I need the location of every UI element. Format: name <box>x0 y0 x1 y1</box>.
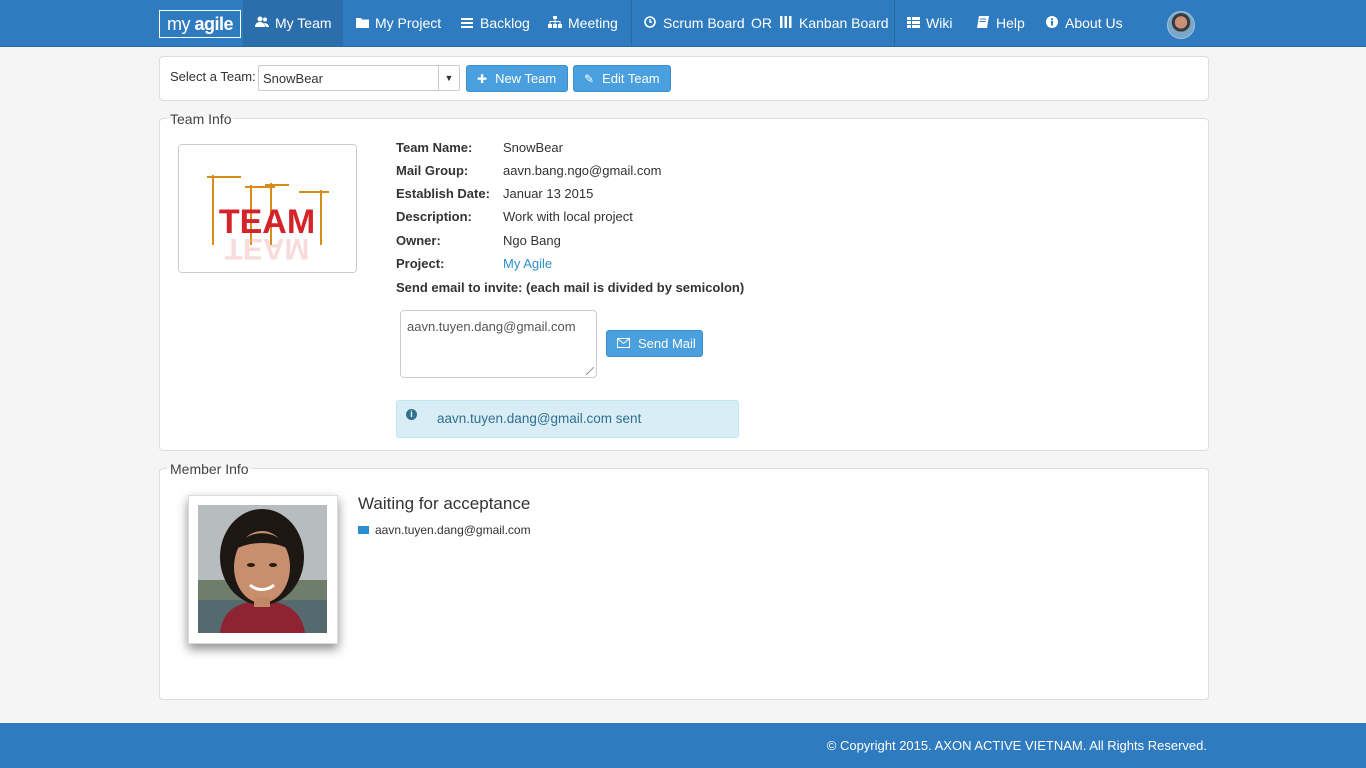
footer: © Copyright 2015. AXON ACTIVE VIETNAM. A… <box>0 723 1366 768</box>
nav-label: Help <box>996 15 1025 31</box>
team-selector-panel: Select a Team: SnowBear ▼ ✚ New Team ✎ Edi… <box>159 56 1209 101</box>
envelope-icon <box>617 332 630 357</box>
team-select[interactable]: SnowBear ▼ <box>258 65 460 91</box>
app-logo[interactable]: my agile <box>159 10 241 38</box>
edit-team-label: Edit Team <box>602 71 660 86</box>
team-select-value: SnowBear <box>263 71 323 86</box>
invite-email-value: aavn.tuyen.dang@gmail.com <box>407 319 576 334</box>
clock-icon <box>643 1 657 47</box>
book-icon <box>976 1 990 47</box>
alert-message: aavn.tuyen.dang@gmail.com sent <box>437 411 642 426</box>
folder-icon <box>355 1 369 47</box>
team-info-legend: Team Info <box>167 110 235 128</box>
team-name-key: Team Name: <box>396 140 473 155</box>
member-info-panel: Member Info Waiting for acceptance aavn.… <box>159 460 1209 700</box>
nav-scrum-board[interactable]: Scrum Board <box>643 0 745 46</box>
nav-or-text: OR <box>751 15 772 31</box>
nav-wiki[interactable]: Wiki <box>906 0 952 46</box>
member-photo-frame <box>188 495 338 644</box>
mail-sent-alert: i aavn.tuyen.dang@gmail.com sent <box>396 400 739 438</box>
owner-value: Ngo Bang <box>503 233 561 248</box>
send-mail-button[interactable]: Send Mail <box>606 330 703 357</box>
nav-divider <box>894 0 895 46</box>
logo-prefix: my <box>166 14 195 34</box>
nav-divider <box>631 0 632 46</box>
establish-date-key: Establish Date: <box>396 186 490 201</box>
mail-group-key: Mail Group: <box>396 163 469 178</box>
nav-label: About Us <box>1065 15 1123 31</box>
nav-about-us[interactable]: About Us <box>1045 0 1123 46</box>
logo-brand: agile <box>194 14 234 34</box>
member-info-legend: Member Info <box>167 460 252 478</box>
nav-label: Meeting <box>568 15 618 31</box>
edit-team-button[interactable]: ✎ Edit Team <box>573 65 671 92</box>
nav-label: My Project <box>375 15 442 31</box>
invite-email-textarea[interactable]: aavn.tuyen.dang@gmail.com <box>400 310 597 378</box>
establish-date-value: Januar 13 2015 <box>503 186 594 201</box>
nav-label: Wiki <box>926 15 953 31</box>
project-link[interactable]: My Agile <box>503 256 552 272</box>
team-name-value: SnowBear <box>503 140 563 155</box>
plus-icon: ✚ <box>477 72 488 86</box>
user-avatar[interactable] <box>1167 11 1195 39</box>
mail-group-value: aavn.bang.ngo@gmail.com <box>503 163 662 178</box>
nav-meeting[interactable]: Meeting <box>548 0 618 46</box>
info-circle-icon: i <box>406 409 417 420</box>
envelope-icon <box>358 526 369 534</box>
nav-label: Kanban Board <box>799 15 889 31</box>
new-team-button[interactable]: ✚ New Team <box>466 65 568 92</box>
member-email: aavn.tuyen.dang@gmail.com <box>358 523 531 537</box>
copyright-text: © Copyright 2015. AXON ACTIVE VIETNAM. A… <box>826 738 1207 753</box>
project-key: Project: <box>396 256 445 271</box>
send-mail-label: Send Mail <box>638 336 696 351</box>
description-key: Description: <box>396 209 472 224</box>
nav-my-project[interactable]: My Project <box>355 0 441 46</box>
member-photo <box>198 505 327 633</box>
team-info-panel: Team Info TEAM TEAM Team Name: SnowBear … <box>159 110 1209 451</box>
description-value: Work with local project <box>503 209 633 224</box>
list-icon <box>460 1 474 47</box>
sitemap-icon <box>548 1 562 47</box>
nav-my-team[interactable]: My Team <box>243 0 343 46</box>
table-icon <box>906 1 920 47</box>
caret-down-icon: ▼ <box>438 66 459 90</box>
team-image-reflection: TEAM <box>225 232 310 265</box>
team-image: TEAM TEAM <box>178 144 357 273</box>
nav-label: Backlog <box>480 15 530 31</box>
top-navbar: my agile My Team My Project Backlog Meet… <box>0 0 1366 47</box>
resize-grip-icon[interactable] <box>586 367 594 375</box>
nav-backlog[interactable]: Backlog <box>460 0 530 46</box>
info-icon <box>1045 1 1059 47</box>
new-team-label: New Team <box>495 71 557 86</box>
team-illustration: TEAM TEAM <box>179 145 356 272</box>
member-email-value: aavn.tuyen.dang@gmail.com <box>375 523 531 537</box>
member-status-title: Waiting for acceptance <box>358 494 531 513</box>
pencil-icon: ✎ <box>584 72 595 86</box>
owner-key: Owner: <box>396 233 441 248</box>
users-icon <box>255 1 269 47</box>
nav-kanban-board[interactable]: Kanban Board <box>779 0 889 46</box>
nav-help[interactable]: Help <box>976 0 1025 46</box>
select-team-label: Select a Team: <box>170 69 256 84</box>
nav-label: My Team <box>275 15 332 31</box>
nav-label: Scrum Board <box>663 15 745 31</box>
columns-icon <box>779 1 793 47</box>
invite-label: Send email to invite: (each mail is divi… <box>396 280 745 295</box>
